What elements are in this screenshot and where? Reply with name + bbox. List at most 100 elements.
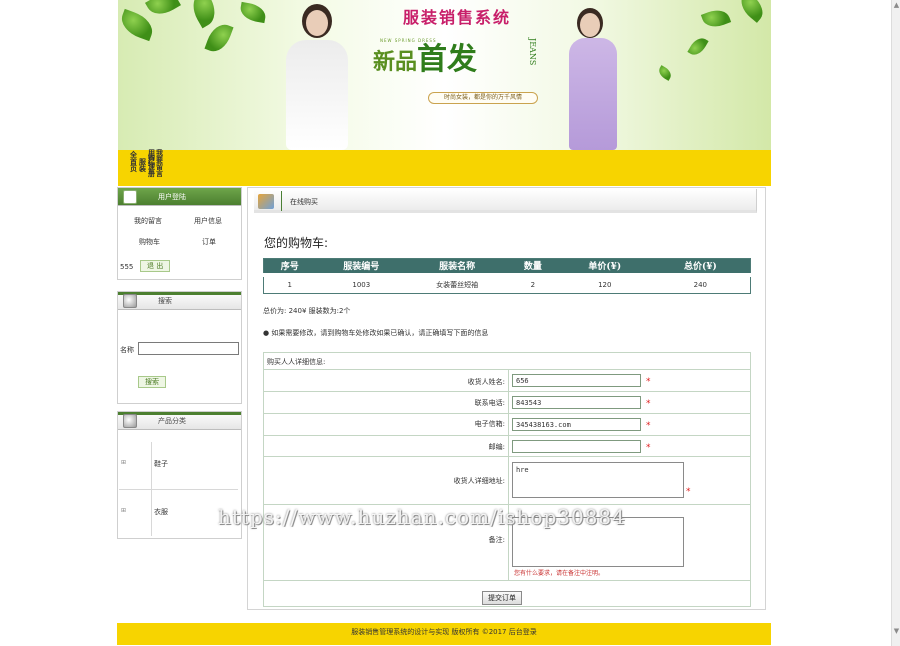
- leaf-icon: [700, 6, 732, 31]
- submit-order-button[interactable]: 提交订单: [482, 591, 522, 605]
- banner-slogan: 时尚女装，都是你的万千风情: [428, 92, 538, 104]
- col-quantity: 数量: [506, 258, 559, 275]
- cell-code: 1003: [315, 272, 408, 294]
- required-mark: *: [646, 399, 651, 409]
- user-panel: 用户登陆 我的留言 用户信息 购物车 订单 555 退 出: [117, 187, 242, 280]
- required-mark: *: [686, 487, 691, 497]
- nav-home[interactable]: 全首页: [130, 152, 139, 173]
- address-textarea[interactable]: hre: [512, 462, 684, 498]
- col-unit-price: 单价(¥): [558, 258, 651, 275]
- scroll-down-arrow-icon[interactable]: ▼: [892, 626, 900, 636]
- main-content: 在线购买 您的购物车: 序号 服装编号 服装名称 数量 单价(¥) 总价(¥) …: [247, 187, 766, 610]
- cart-note-text: 如果需要修改，请到购物车处修改如果已确认，请正确填写下面的信息: [271, 329, 489, 337]
- bullet-icon: ●: [263, 329, 270, 337]
- search-panel-header: 搜索: [118, 292, 241, 310]
- cart-summary: 总价为: 240¥ 服装数为:2个: [263, 307, 351, 315]
- search-panel-title: 搜索: [158, 297, 172, 305]
- cart-note: ● 如果需要修改，请到购物车处修改如果已确认，请正确填写下面的信息: [263, 328, 488, 338]
- category-panel-header: 产品分类: [118, 412, 241, 430]
- watermark: https://www.huzhan.com/ishop30884: [218, 505, 626, 529]
- model-photo-right: [563, 8, 633, 150]
- leaf-icon: [145, 0, 181, 21]
- page-scrollbar[interactable]: ▲ ▼: [891, 0, 900, 646]
- email-label: 电子信箱:: [474, 420, 505, 428]
- zip-label: 邮编:: [488, 443, 505, 451]
- user-panel-header: 用户登陆: [118, 188, 241, 206]
- cart-table: 序号 服装编号 服装名称 数量 单价(¥) 总价(¥) 1 1003 女装蕾丝短…: [263, 258, 751, 294]
- name-label: 收货人姓名:: [467, 378, 505, 386]
- banner-title: 服装销售系统: [403, 8, 512, 27]
- cell-quantity: 2: [506, 272, 559, 294]
- cell-name: 女装蕾丝短袖: [407, 272, 507, 294]
- search-input[interactable]: [138, 342, 239, 355]
- link-user-info[interactable]: 用户信息: [194, 216, 222, 226]
- remark-label: 备注:: [488, 536, 505, 544]
- banner-jeans-label: JEANS: [528, 38, 537, 66]
- search-panel-icon: [123, 294, 137, 308]
- col-index: 序号: [263, 258, 316, 275]
- col-code: 服装编号: [315, 258, 408, 275]
- leaf-icon: [735, 0, 769, 23]
- cart-tab-icon: [258, 194, 274, 209]
- category-label[interactable]: 衣服: [154, 507, 168, 517]
- order-form-title: 购买人人详细信息:: [267, 358, 326, 366]
- banner-headline-main: 首发: [417, 42, 478, 77]
- link-my-messages[interactable]: 我的留言: [134, 216, 162, 226]
- user-panel-title: 用户登陆: [158, 193, 186, 201]
- link-cart[interactable]: 购物车: [139, 237, 160, 247]
- leaf-icon: [656, 65, 674, 81]
- category-panel-title: 产品分类: [158, 417, 186, 425]
- banner-headline-pre: 新品: [373, 49, 418, 75]
- zip-input[interactable]: [512, 440, 641, 453]
- nav-message[interactable]: 我要留言: [156, 150, 165, 178]
- cell-unit-price: 120: [558, 272, 651, 294]
- search-panel: 搜索 名称 搜索: [117, 291, 242, 404]
- row-phone: 联系电话: *: [264, 391, 750, 413]
- leaf-icon: [186, 0, 222, 29]
- cart-table-header: 序号 服装编号 服装名称 数量 单价(¥) 总价(¥): [263, 258, 751, 275]
- main-nav: 全首页 服装 购物车 用户注册 我要留言: [118, 150, 771, 186]
- receiver-name-input[interactable]: [512, 374, 641, 387]
- username-label: 555: [120, 263, 134, 271]
- tree-node-icon: ⊞: [121, 507, 127, 514]
- col-name: 服装名称: [407, 258, 507, 275]
- remark-hint: 您有什么要求，请在备注中注明。: [514, 570, 605, 577]
- required-mark: *: [646, 421, 651, 431]
- phone-input[interactable]: [512, 396, 641, 409]
- link-orders[interactable]: 订单: [202, 237, 216, 247]
- cell-index: 1: [263, 272, 316, 294]
- row-address: 收货人详细地址: hre *: [264, 456, 750, 504]
- email-input[interactable]: [512, 418, 641, 431]
- row-zip: 邮编: *: [264, 435, 750, 456]
- logout-button[interactable]: 退 出: [140, 260, 171, 272]
- leaf-icon: [204, 20, 234, 56]
- header-banner: 服装销售系统 NEW SPRING DRESS 新品首发 JEANS 时尚女装，…: [118, 0, 771, 150]
- row-name: 收货人姓名: *: [264, 369, 750, 391]
- user-panel-icon: [123, 190, 137, 204]
- order-form: 购买人人详细信息: 收货人姓名: * 联系电话: * 电子信箱: *: [263, 352, 751, 607]
- category-label[interactable]: 鞋子: [154, 459, 168, 469]
- search-button[interactable]: 搜索: [138, 376, 166, 388]
- search-name-label: 名称: [120, 346, 134, 354]
- required-mark: *: [646, 443, 651, 453]
- tree-node-icon: ⊞: [121, 459, 127, 466]
- model-photo-left: [258, 4, 348, 150]
- category-item[interactable]: ⊞ 鞋子: [119, 442, 238, 490]
- main-tab-header: 在线购买: [254, 189, 757, 213]
- required-mark: *: [646, 377, 651, 387]
- table-row: 1 1003 女装蕾丝短袖 2 120 240: [263, 272, 751, 294]
- leaf-icon: [687, 34, 709, 59]
- col-total-price: 总价(¥): [650, 258, 751, 275]
- address-label: 收货人详细地址:: [453, 477, 505, 485]
- row-email: 电子信箱: *: [264, 413, 750, 435]
- cell-total-price: 240: [650, 272, 751, 294]
- scroll-up-arrow-icon[interactable]: ▲: [892, 0, 900, 10]
- category-panel-icon: [123, 414, 137, 428]
- main-tab-title: 在线购买: [290, 198, 318, 206]
- leaf-icon: [118, 8, 157, 42]
- cart-title: 您的购物车:: [264, 236, 329, 250]
- footer: 服装销售管理系统的设计与实现 版权所有 ©2017 后台登录: [117, 623, 771, 645]
- banner-headline: 新品首发: [373, 34, 477, 78]
- nav-clothing[interactable]: 服装: [139, 159, 148, 173]
- phone-label: 联系电话:: [474, 399, 505, 407]
